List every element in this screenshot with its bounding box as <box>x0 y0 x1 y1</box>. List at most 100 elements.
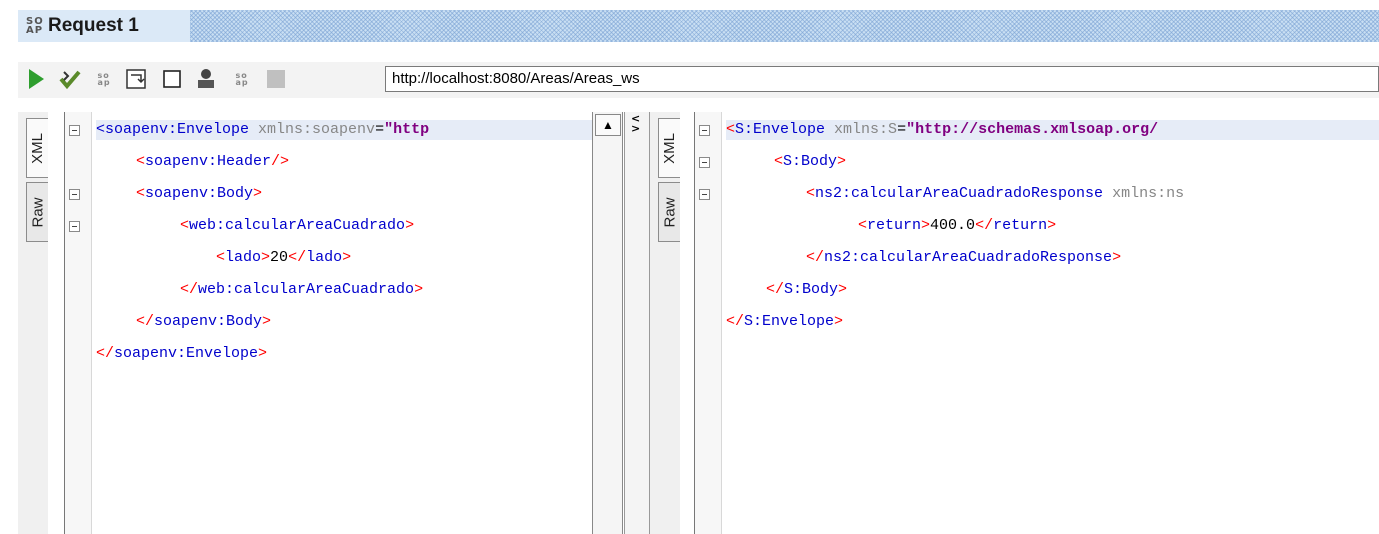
code-line: <soapenv:Body> <box>136 184 262 204</box>
code-token: > <box>261 249 271 266</box>
splitter-chevron-icon[interactable]: < > <box>631 113 640 134</box>
code-line: </S:Body> <box>766 280 847 300</box>
stop-button[interactable] <box>264 66 288 92</box>
code-token: </ <box>96 345 115 362</box>
tab-label: Raw <box>661 196 679 228</box>
code-token: lado <box>225 249 262 266</box>
response-xml-viewer[interactable]: <S:Envelope xmlns:S="http://schemas.xmls… <box>722 112 1379 534</box>
checkbox-button[interactable] <box>160 66 184 92</box>
code-line: </S:Envelope> <box>726 312 843 332</box>
code-token: lado <box>306 249 343 266</box>
soap-format-button[interactable]: so ap <box>92 66 116 92</box>
code-token: </ <box>806 249 825 266</box>
code-line: <web:calcularAreaCuadrado> <box>180 216 414 236</box>
code-token: soapenv:Body <box>154 313 263 330</box>
soap-icon: SO AP <box>26 16 44 36</box>
code-token: /> <box>271 153 290 170</box>
wrap-button[interactable] <box>124 66 148 92</box>
request-xml-editor[interactable]: <soapenv:Envelope xmlns:soapenv="http <so… <box>92 112 592 534</box>
title-area: SO AP Request 1 <box>18 10 190 42</box>
run-button[interactable] <box>24 66 48 92</box>
code-token: > <box>1047 217 1057 234</box>
code-token: < <box>774 153 784 170</box>
code-token: < <box>806 185 816 202</box>
pane-splitter[interactable]: < > <box>624 112 650 534</box>
code-token: ns2:calcularAreaCuadradoResponse <box>815 185 1113 202</box>
code-token: S:Envelope <box>744 313 835 330</box>
code-token: ns2:calcularAreaCuadradoResponse <box>824 249 1113 266</box>
scroll-up-icon[interactable]: ▲ <box>595 114 621 136</box>
code-token: xmlns:soapenv <box>258 121 376 138</box>
request-fold-gutter <box>64 112 92 534</box>
tab-label: XML <box>661 132 678 164</box>
code-token: < <box>180 217 190 234</box>
code-token: S:Body <box>784 281 839 298</box>
request-view-tabs: XML Raw <box>18 112 48 534</box>
code-line: <soapenv:Header/> <box>136 152 289 172</box>
code-token: > <box>921 217 931 234</box>
code-token: < <box>136 153 146 170</box>
response-fold-gutter <box>694 112 722 534</box>
code-token: </ <box>766 281 785 298</box>
request-scrollbar[interactable]: ▲ <box>592 112 623 534</box>
run-icon <box>29 69 44 89</box>
endpoint-url-input[interactable]: http://localhost:8080/Areas/Areas_ws <box>385 66 1379 92</box>
code-token: > <box>834 313 844 330</box>
fold-toggle-icon[interactable] <box>69 189 80 200</box>
fold-toggle-icon[interactable] <box>699 157 710 168</box>
code-token: soapenv:Body <box>145 185 254 202</box>
code-token: xmlns:S <box>834 121 898 138</box>
code-line: <return>400.0</return> <box>858 216 1056 236</box>
user-icon <box>198 69 214 88</box>
soap-button[interactable]: so ap <box>230 66 254 92</box>
code-token: web:calcularAreaCuadrado <box>198 281 415 298</box>
code-token: <soapenv:Envelope <box>96 121 259 138</box>
code-token: > <box>837 153 847 170</box>
fold-toggle-icon[interactable] <box>69 221 80 232</box>
response-view-tabs: XML Raw <box>650 112 680 534</box>
title-strip: SO AP Request 1 <box>18 10 1379 42</box>
code-token: > <box>342 249 352 266</box>
code-line: <soapenv:Envelope xmlns:soapenv="http <box>96 120 592 140</box>
code-token: > <box>262 313 272 330</box>
code-line: <ns2:calcularAreaCuadradoResponse xmlns:… <box>806 184 1184 204</box>
fold-toggle-icon[interactable] <box>699 189 710 200</box>
code-token: = <box>375 121 385 138</box>
code-token: return <box>993 217 1048 234</box>
code-token: < <box>136 185 146 202</box>
code-token: S:Envelope <box>735 121 835 138</box>
code-token: "http://schemas.xmlsoap.org/ <box>906 121 1159 138</box>
code-token: < <box>726 121 736 138</box>
tab-label: XML <box>29 132 46 164</box>
soap-icon: so ap <box>235 71 249 87</box>
auth-button[interactable] <box>194 66 218 92</box>
code-line: <lado>20</lado> <box>216 248 351 268</box>
soap-format-icon: so ap <box>97 71 111 87</box>
fold-toggle-icon[interactable] <box>69 125 80 136</box>
code-line: </soapenv:Body> <box>136 312 271 332</box>
code-token: > <box>414 281 424 298</box>
validate-button[interactable] <box>58 66 82 92</box>
validate-icon <box>59 70 81 90</box>
response-tab-xml[interactable]: XML <box>658 118 680 178</box>
code-line: </soapenv:Envelope> <box>96 344 267 364</box>
stop-icon <box>267 70 285 88</box>
title-bar: SO AP Request 1 <box>0 0 1379 56</box>
code-line: <S:Envelope xmlns:S="http://schemas.xmls… <box>726 120 1379 140</box>
code-token: > <box>1112 249 1122 266</box>
code-token: return <box>867 217 922 234</box>
request-tab-xml[interactable]: XML <box>26 118 48 178</box>
checkbox-icon <box>163 70 181 88</box>
code-token: xmlns:ns <box>1112 185 1185 202</box>
wrap-icon <box>126 69 146 89</box>
code-token: 400.0 <box>930 217 976 234</box>
code-token: > <box>253 185 263 202</box>
request-pane: XML Raw <soapenv:Envelope xmlns:soapenv=… <box>0 112 624 534</box>
response-tab-raw[interactable]: Raw <box>658 182 680 242</box>
code-token: = <box>897 121 907 138</box>
fold-toggle-icon[interactable] <box>699 125 710 136</box>
code-token: < <box>858 217 868 234</box>
code-line: <S:Body> <box>774 152 846 172</box>
code-token: </ <box>975 217 994 234</box>
request-tab-raw[interactable]: Raw <box>26 182 48 242</box>
